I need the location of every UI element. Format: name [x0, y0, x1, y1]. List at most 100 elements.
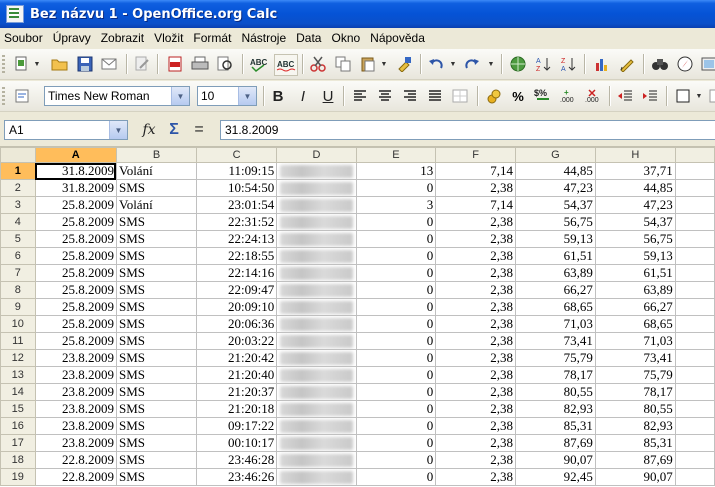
- paste-icon[interactable]: [358, 54, 378, 74]
- cell-balance-after[interactable]: 82,93: [594, 417, 676, 435]
- cell-count[interactable]: 3: [355, 196, 437, 214]
- cell-type[interactable]: SMS: [115, 179, 197, 197]
- cell-balance-after[interactable]: 90,07: [594, 468, 676, 486]
- menu-napoveda[interactable]: Nápověda: [365, 31, 430, 45]
- font-name-dropdown-icon[interactable]: ▼: [171, 87, 189, 105]
- cell-balance-after[interactable]: 44,85: [594, 179, 676, 197]
- cell-redacted[interactable]: [276, 366, 357, 384]
- cell-time[interactable]: 21:20:18: [195, 400, 278, 418]
- cell-time[interactable]: 11:09:15: [195, 162, 278, 180]
- justify-icon[interactable]: [425, 86, 445, 106]
- cell-type[interactable]: SMS: [115, 434, 197, 452]
- cell-balance-before[interactable]: 47,23: [514, 179, 596, 197]
- cell-date[interactable]: 23.8.2009: [34, 349, 117, 367]
- cell-type[interactable]: SMS: [115, 298, 197, 316]
- cell-time[interactable]: 20:06:36: [195, 315, 278, 333]
- cell-redacted[interactable]: [276, 179, 357, 197]
- cell-type[interactable]: SMS: [115, 332, 197, 350]
- column-header-f[interactable]: F: [435, 147, 516, 163]
- sort-ascending-icon[interactable]: AZ: [533, 54, 553, 74]
- open-folder-icon[interactable]: [50, 54, 70, 74]
- cell-balance-after[interactable]: 56,75: [594, 230, 676, 248]
- cell-date[interactable]: 25.8.2009: [34, 213, 117, 231]
- cell-empty[interactable]: [674, 468, 715, 486]
- export-pdf-icon[interactable]: [165, 54, 185, 74]
- menu-format[interactable]: Formát: [188, 31, 236, 45]
- column-header-b[interactable]: B: [115, 147, 197, 163]
- copy-icon[interactable]: [333, 54, 353, 74]
- cell-balance-before[interactable]: 85,31: [514, 417, 596, 435]
- menu-okno[interactable]: Okno: [326, 31, 365, 45]
- cell-empty[interactable]: [674, 451, 715, 469]
- column-header-a[interactable]: A: [34, 147, 117, 163]
- cell-time[interactable]: 22:18:55: [195, 247, 278, 265]
- font-name-combo[interactable]: Times New Roman ▼: [44, 86, 190, 106]
- redo-dropdown-icon[interactable]: ▼: [487, 54, 495, 74]
- menu-soubor[interactable]: Soubor: [0, 31, 48, 45]
- cell-balance-before[interactable]: 63,89: [514, 264, 596, 282]
- row-header[interactable]: 2: [0, 179, 36, 197]
- hyperlink-icon[interactable]: [508, 54, 528, 74]
- cell-balance-after[interactable]: 66,27: [594, 298, 676, 316]
- cell-balance-after[interactable]: 54,37: [594, 213, 676, 231]
- cell-balance-before[interactable]: 90,07: [514, 451, 596, 469]
- row-header[interactable]: 10: [0, 315, 36, 333]
- menu-data[interactable]: Data: [291, 31, 326, 45]
- cell-balance-before[interactable]: 54,37: [514, 196, 596, 214]
- cell-type[interactable]: SMS: [115, 400, 197, 418]
- cell-date[interactable]: 22.8.2009: [34, 468, 117, 486]
- row-header[interactable]: 16: [0, 417, 36, 435]
- cell-balance-after[interactable]: 75,79: [594, 366, 676, 384]
- cell-balance-before[interactable]: 68,65: [514, 298, 596, 316]
- cell-cost[interactable]: 2,38: [435, 179, 516, 197]
- cell-count[interactable]: 0: [355, 247, 437, 265]
- cell-cost[interactable]: 2,38: [435, 230, 516, 248]
- cell-date[interactable]: 25.8.2009: [34, 247, 117, 265]
- cell-empty[interactable]: [674, 213, 715, 231]
- cell-date[interactable]: 23.8.2009: [34, 417, 117, 435]
- cell-time[interactable]: 23:46:28: [195, 451, 278, 469]
- sort-descending-icon[interactable]: ZA: [558, 54, 578, 74]
- cell-type[interactable]: SMS: [115, 349, 197, 367]
- cell-count[interactable]: 0: [355, 349, 437, 367]
- cell-type[interactable]: Volání: [115, 162, 197, 180]
- cell-empty[interactable]: [674, 349, 715, 367]
- standard-number-format-icon[interactable]: $%: [533, 86, 553, 106]
- cell-redacted[interactable]: [276, 298, 357, 316]
- row-header[interactable]: 9: [0, 298, 36, 316]
- cell-count[interactable]: 0: [355, 400, 437, 418]
- cell-type[interactable]: SMS: [115, 451, 197, 469]
- cell-cost[interactable]: 7,14: [435, 162, 516, 180]
- find-replace-icon[interactable]: [650, 54, 670, 74]
- cell-balance-after[interactable]: 87,69: [594, 451, 676, 469]
- cell-type[interactable]: SMS: [115, 366, 197, 384]
- cell-cost[interactable]: 2,38: [435, 400, 516, 418]
- row-header[interactable]: 5: [0, 230, 36, 248]
- cell-count[interactable]: 0: [355, 213, 437, 231]
- cell-count[interactable]: 13: [355, 162, 437, 180]
- cell-time[interactable]: 22:14:16: [195, 264, 278, 282]
- new-document-icon[interactable]: [12, 54, 32, 74]
- cell-count[interactable]: 0: [355, 315, 437, 333]
- add-decimal-icon[interactable]: .000 +: [558, 86, 578, 106]
- cell-redacted[interactable]: [276, 417, 357, 435]
- font-size-combo[interactable]: 10 ▼: [197, 86, 257, 106]
- cell-balance-before[interactable]: 80,55: [514, 383, 596, 401]
- background-color-icon[interactable]: [704, 86, 715, 106]
- cell-date[interactable]: 23.8.2009: [34, 383, 117, 401]
- cell-time[interactable]: 20:09:10: [195, 298, 278, 316]
- cell-count[interactable]: 0: [355, 417, 437, 435]
- cell-balance-after[interactable]: 78,17: [594, 383, 676, 401]
- cell-type[interactable]: SMS: [115, 247, 197, 265]
- cell-balance-before[interactable]: 66,27: [514, 281, 596, 299]
- cell-cost[interactable]: 2,38: [435, 434, 516, 452]
- cell-type[interactable]: SMS: [115, 264, 197, 282]
- cell-date[interactable]: 25.8.2009: [34, 196, 117, 214]
- cell-empty[interactable]: [674, 366, 715, 384]
- borders-icon[interactable]: [673, 86, 693, 106]
- cell-type[interactable]: SMS: [115, 315, 197, 333]
- cell-date[interactable]: 25.8.2009: [34, 281, 117, 299]
- cell-time[interactable]: 23:01:54: [195, 196, 278, 214]
- row-header[interactable]: 13: [0, 366, 36, 384]
- cell-balance-before[interactable]: 75,79: [514, 349, 596, 367]
